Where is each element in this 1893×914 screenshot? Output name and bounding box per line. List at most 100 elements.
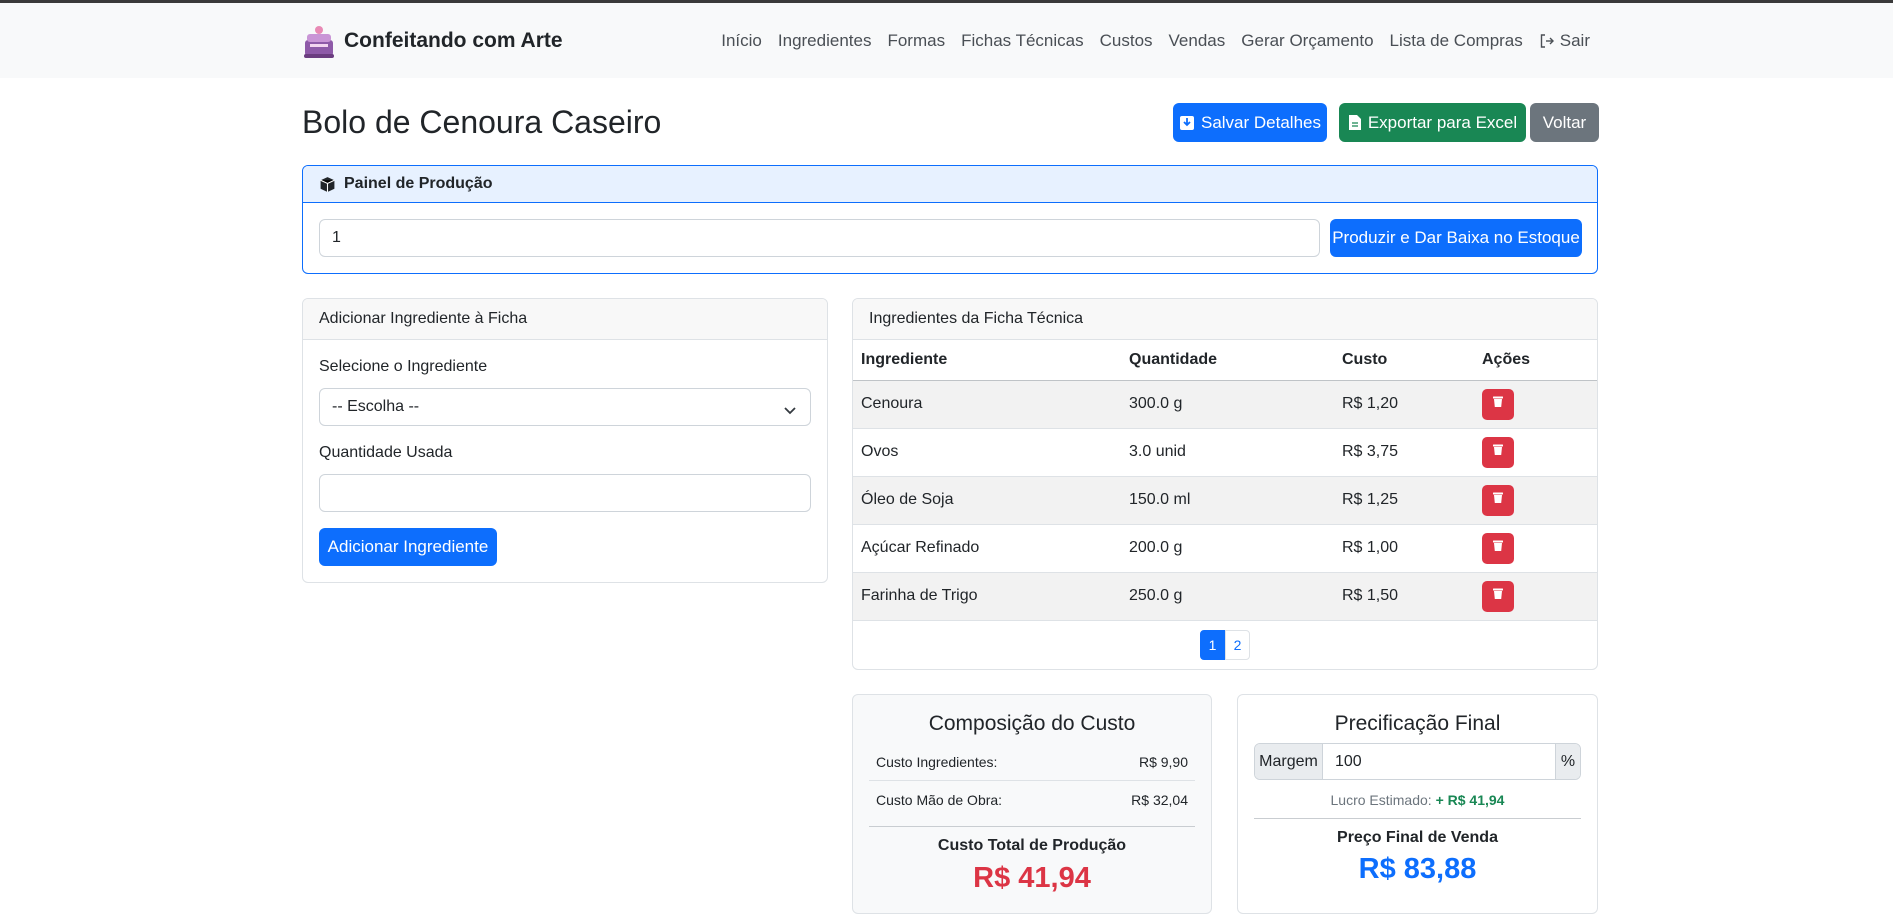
page-title: Bolo de Cenoura Caseiro [302,104,662,140]
ingredient-name: Ovos [853,428,1121,477]
nav-item-sair[interactable]: Sair [1539,31,1590,51]
ingredient-cost: R$ 1,20 [1334,380,1474,429]
ingredient-name: Óleo de Soja [853,476,1121,525]
add-ingredient-header: Adicionar Ingrediente à Ficha [303,299,827,340]
nav-item-lista-de-compras[interactable]: Lista de Compras [1390,31,1523,51]
add-ingredient-button[interactable]: Adicionar Ingrediente [319,528,497,566]
final-price-value: R$ 83,88 [1358,853,1477,885]
row-actions [1474,524,1597,573]
labor-cost-row: Custo Mão de Obra: R$ 32,04 [876,792,1188,808]
row-actions [1474,476,1597,525]
navbar: Confeitando com Arte Início Ingredientes… [0,3,1893,78]
quantity-used-label: Quantidade Usada [319,444,453,461]
row-actions [1474,572,1597,621]
nav-item-formas[interactable]: Formas [887,31,945,51]
estimated-profit-value: + R$ 41,94 [1435,792,1505,808]
table-row: Óleo de Soja 150.0 ml R$ 1,25 [853,476,1597,525]
export-excel-button[interactable]: Exportar para Excel [1339,103,1526,142]
box-icon [319,176,336,193]
ingredient-name: Cenoura [853,380,1121,429]
nav-item-sair-label: Sair [1559,31,1590,50]
trash-icon [1492,443,1504,461]
nav-item-custos[interactable]: Custos [1100,31,1153,51]
margin-input-group: Margem 100 % [1254,743,1581,780]
percent-addon: % [1555,744,1580,779]
page-2-button[interactable]: 2 [1225,630,1250,660]
margin-input[interactable]: 100 [1323,744,1555,779]
pagination: 1 2 [1200,630,1250,660]
cake-logo-icon [302,22,336,60]
estimated-profit: Lucro Estimado: + R$ 41,94 [1238,792,1597,808]
trash-icon [1492,491,1504,509]
ingredient-cost: R$ 1,25 [1334,476,1474,525]
nav-item-gerar-orcamento[interactable]: Gerar Orçamento [1241,31,1373,51]
delete-ingredient-button[interactable] [1482,532,1514,564]
ingredient-name: Açúcar Refinado [853,524,1121,573]
nav-item-ingredientes[interactable]: Ingredientes [778,31,872,51]
nav-item-vendas[interactable]: Vendas [1169,31,1226,51]
table-row: Farinha de Trigo 250.0 g R$ 1,50 [853,572,1597,621]
ingredient-select-value: -- Escolha -- [332,398,420,415]
delete-ingredient-button[interactable] [1482,484,1514,516]
ingredients-cost-value: R$ 9,90 [1138,754,1188,770]
ingredient-quantity: 3.0 unid [1121,428,1334,477]
main-nav: Início Ingredientes Formas Fichas Técnic… [705,31,1590,51]
final-pricing-title: Precificação Final [1334,712,1501,735]
ingredient-quantity: 150.0 ml [1121,476,1334,525]
ingredient-quantity: 200.0 g [1121,524,1334,573]
brand[interactable]: Confeitando com Arte [302,21,563,61]
final-price-label: Preço Final de Venda [1337,829,1498,846]
ingredients-table: Ingrediente Quantidade Custo Ações Cenou… [853,340,1597,621]
ingredient-quantity: 250.0 g [1121,572,1334,621]
chevron-down-icon [784,402,796,420]
trash-icon [1492,539,1504,557]
table-row: Açúcar Refinado 200.0 g R$ 1,00 [853,524,1597,573]
row-actions [1474,428,1597,477]
delete-ingredient-button[interactable] [1482,388,1514,420]
row-actions [1474,380,1597,429]
back-button[interactable]: Voltar [1530,103,1599,142]
cost-composition-card: Composição do Custo Custo Ingredientes: … [852,694,1212,914]
table-row: Cenoura 300.0 g R$ 1,20 [853,380,1597,429]
ingredient-select[interactable]: -- Escolha -- [319,388,811,426]
total-cost-label: Custo Total de Produção [937,837,1127,854]
brand-name: Confeitando com Arte [344,29,563,52]
add-ingredient-card: Adicionar Ingrediente à Ficha Selecione … [302,298,828,583]
ingredient-cost: R$ 1,00 [1334,524,1474,573]
column-header-custo: Custo [1334,340,1474,381]
export-excel-label: Exportar para Excel [1367,112,1518,132]
column-header-acoes: Ações [1474,340,1597,381]
delete-ingredient-button[interactable] [1482,436,1514,468]
ingredients-card-header: Ingredientes da Ficha Técnica [853,299,1597,340]
nav-item-inicio[interactable]: Início [721,31,762,51]
total-cost-value: R$ 41,94 [973,862,1091,894]
column-header-ingrediente: Ingrediente [853,340,1121,381]
ingredient-name: Farinha de Trigo [853,572,1121,621]
save-details-button[interactable]: Salvar Detalhes [1173,103,1327,142]
page-1-button[interactable]: 1 [1200,630,1225,660]
quantity-used-input[interactable] [319,474,811,512]
ingredients-cost-row: Custo Ingredientes: R$ 9,90 [876,754,1188,770]
ingredients-cost-label: Custo Ingredientes: [876,754,998,770]
production-panel-title: Painel de Produção [344,175,493,192]
produce-button[interactable]: Produzir e Dar Baixa no Estoque [1330,219,1582,257]
estimated-profit-label: Lucro Estimado: [1330,792,1432,808]
divider [869,826,1195,827]
table-header-row: Ingrediente Quantidade Custo Ações [853,340,1597,381]
save-details-label: Salvar Detalhes [1200,112,1321,132]
ingredient-select-label: Selecione o Ingrediente [319,358,488,375]
divider [869,780,1195,781]
divider [1254,818,1581,819]
ingredients-card: Ingredientes da Ficha Técnica Ingredient… [852,298,1598,670]
production-panel: Painel de Produção 1 Produzir e Dar Baix… [302,165,1598,274]
cost-composition-title: Composição do Custo [928,712,1136,735]
column-header-quantidade: Quantidade [1121,340,1334,381]
download-icon [1179,115,1195,131]
production-quantity-input[interactable]: 1 [319,219,1320,257]
production-panel-header: Painel de Produção [303,166,1597,203]
delete-ingredient-button[interactable] [1482,580,1514,612]
table-row: Ovos 3.0 unid R$ 3,75 [853,428,1597,477]
nav-item-fichas-tecnicas[interactable]: Fichas Técnicas [961,31,1084,51]
margin-label: Margem [1255,744,1323,779]
trash-icon [1492,395,1504,413]
